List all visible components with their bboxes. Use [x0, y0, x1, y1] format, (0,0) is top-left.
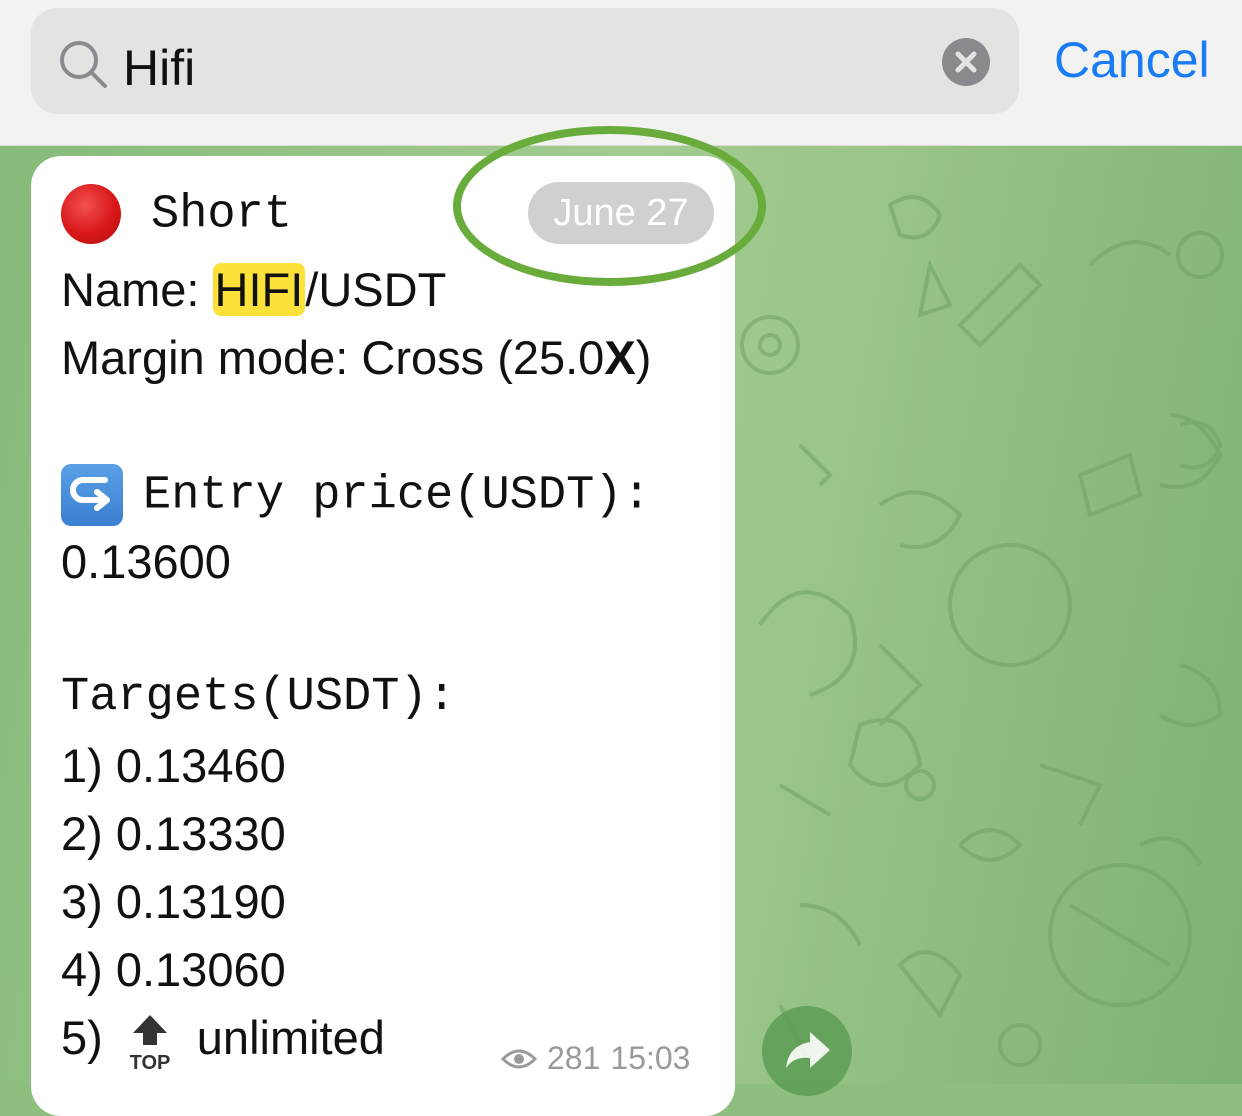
red-circle-icon — [61, 184, 121, 244]
target-item: 3) 0.13190 — [61, 875, 286, 928]
message-title: Short — [151, 188, 293, 242]
search-input[interactable]: Hifi — [31, 8, 1019, 114]
entry-line: Entry price(USDT): — [61, 464, 651, 526]
annotation-ellipse — [453, 126, 766, 286]
margin-close: ) — [635, 331, 652, 384]
target-item-5: 5) TOP unlimited — [61, 1010, 385, 1073]
target-item: 4) 0.13060 — [61, 943, 286, 996]
eye-icon — [501, 1049, 537, 1068]
target-item: 1) 0.13460 — [61, 739, 286, 792]
target-item: 2) 0.13330 — [61, 807, 286, 860]
cancel-button[interactable]: Cancel — [1054, 30, 1210, 90]
view-count: 281 — [547, 1040, 601, 1076]
message-bubble[interactable]: Short June 27 Name: HIFI/USDT Margin mod… — [31, 156, 735, 1116]
search-query: Hifi — [123, 40, 196, 96]
svg-text:TOP: TOP — [129, 1052, 170, 1073]
message-title-line: Short — [61, 184, 292, 244]
search-icon — [60, 41, 107, 88]
search-highlight: HIFI — [212, 263, 306, 316]
name-label: Name: — [61, 263, 213, 316]
margin-text: Margin mode: Cross (25.0 — [61, 331, 605, 384]
margin-line: Margin mode: Cross (25.0X) — [61, 330, 651, 386]
clear-icon[interactable] — [942, 38, 990, 86]
entry-arrow-icon — [61, 464, 123, 526]
targets-label: Targets(USDT): — [61, 671, 456, 724]
top-arrow-icon: TOP — [125, 1011, 175, 1073]
message-meta: 281 15:03 — [501, 1040, 690, 1077]
forward-button[interactable] — [762, 1006, 852, 1096]
forward-icon — [786, 1032, 830, 1068]
name-line: Name: HIFI/USDT — [61, 262, 446, 318]
target5-prefix: 5) — [61, 1011, 103, 1064]
entry-label: Entry price(USDT): — [143, 469, 651, 523]
margin-x: X — [604, 331, 636, 384]
name-pair: /USDT — [305, 263, 447, 316]
target5-value: unlimited — [196, 1011, 385, 1064]
entry-value: 0.13600 — [61, 535, 231, 588]
search-header: Hifi Cancel — [0, 0, 1242, 146]
message-time: 15:03 — [610, 1040, 691, 1076]
